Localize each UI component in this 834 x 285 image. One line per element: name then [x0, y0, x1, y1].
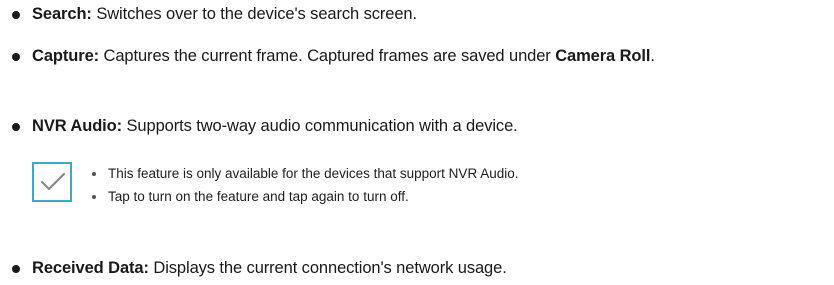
list-item-nvr-audio: NVR Audio: Supports two-way audio commun…: [12, 114, 827, 139]
list-item-received-data: Received Data: Displays the current conn…: [12, 256, 827, 281]
item-term: Search:: [32, 5, 92, 23]
item-description: Captures the current frame. Captured fra…: [99, 47, 556, 65]
list-item-search: Search: Switches over to the device's se…: [12, 2, 827, 27]
item-tail: .: [650, 47, 655, 65]
item-term: NVR Audio:: [32, 117, 123, 135]
item-text: NVR Audio: Supports two-way audio commun…: [12, 114, 827, 139]
item-text: Received Data: Displays the current conn…: [12, 256, 827, 281]
item-text: Search: Switches over to the device's se…: [12, 2, 827, 27]
item-description: Displays the current connection's networ…: [148, 259, 507, 277]
item-emphasis: Camera Roll: [555, 47, 651, 65]
item-term: Capture:: [32, 47, 100, 65]
note-list: This feature is only available for the d…: [90, 162, 518, 208]
list-item-capture: Capture: Captures the current frame. Cap…: [12, 44, 827, 69]
note-text: This feature is only available for the d…: [108, 166, 519, 181]
item-text: Capture: Captures the current frame. Cap…: [12, 44, 827, 69]
bullet-icon: [12, 53, 20, 61]
checkmark-glyph: [40, 172, 66, 191]
checkmark-icon: [32, 162, 72, 202]
sub-bullet-icon: [92, 195, 96, 199]
bullet-icon: [12, 123, 20, 131]
note-text: Tap to turn on the feature and tap again…: [108, 189, 409, 204]
item-description: Switches over to the device's search scr…: [91, 5, 417, 23]
note-item: This feature is only available for the d…: [90, 162, 518, 185]
item-description: Supports two-way audio communication wit…: [122, 117, 518, 135]
bullet-icon: [12, 11, 20, 19]
note-box: This feature is only available for the d…: [32, 162, 822, 222]
note-item: Tap to turn on the feature and tap again…: [90, 185, 518, 208]
bullet-icon: [12, 265, 20, 273]
item-term: Received Data:: [32, 259, 149, 277]
sub-bullet-icon: [92, 172, 96, 176]
